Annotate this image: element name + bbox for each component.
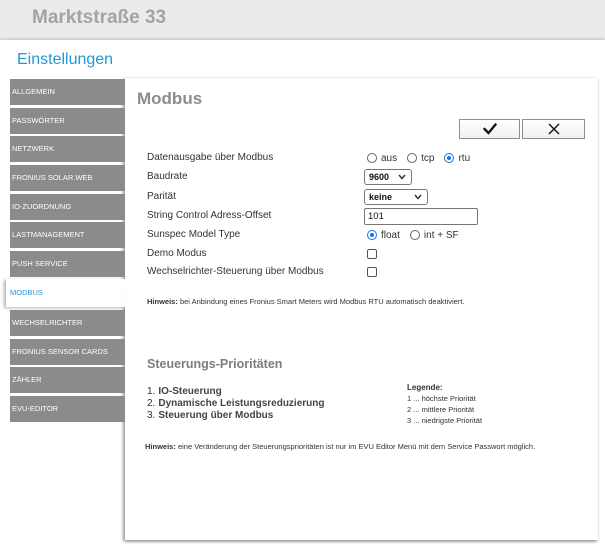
priority-number: 3. <box>147 410 156 421</box>
chevron-down-icon <box>414 194 422 200</box>
list-item: 1. IO-Steuerung <box>147 386 325 398</box>
legend-entry: 1 ... höchste Priorität <box>407 394 476 403</box>
chevron-down-icon <box>398 174 406 180</box>
sidebar-item-zaehler[interactable]: ZÄHLER <box>10 367 125 394</box>
radio-button[interactable] <box>367 153 377 163</box>
priorities-list: 1. IO-Steuerung 2. Dynamische Leistungsred… <box>147 386 325 422</box>
check-icon <box>482 123 497 135</box>
data-output-label: Datenausgabe über Modbus <box>147 152 274 163</box>
parity-select[interactable]: keine <box>364 189 428 205</box>
legend-entry: 3 ... niedrigste Priorität <box>407 416 483 425</box>
data-output-option-tcp[interactable]: tcp <box>407 153 434 164</box>
priority-label: IO-Steuerung <box>158 386 222 397</box>
legend-title: Legende: <box>407 383 443 392</box>
sidebar-item-wechselrichter[interactable]: WECHSELRICHTER <box>10 310 125 336</box>
radio-label: float <box>381 229 400 241</box>
data-output-option-aus[interactable]: aus <box>367 153 397 164</box>
priority-label: Dynamische Leistungsreduzierung <box>158 398 325 409</box>
radio-label: aus <box>381 152 398 164</box>
radio-label: tcp <box>421 152 435 164</box>
hint-prefix: Hinweis: <box>147 297 178 306</box>
sidebar-item-modbus[interactable]: MODBUS <box>6 279 125 308</box>
baudrate-value: 9600 <box>369 172 390 182</box>
settings-card: Einstellungen ALLGEMEIN PASSWÖRTER NETZW… <box>0 40 605 548</box>
sidebar-item-push-service[interactable]: PUSH SERVICE <box>10 250 125 277</box>
sunspec-radio-group: float int + SF <box>367 228 469 242</box>
hint-text: bei Anbindung eines Fronius Smart Meters… <box>179 297 465 306</box>
inverter-control-label: Wechselrichter-Steuerung über Modbus <box>147 266 324 277</box>
priority-number: 2. <box>147 398 156 409</box>
hint-text: eine Veränderung der Steuerungspriorität… <box>177 442 536 451</box>
parity-label: Parität <box>147 191 176 202</box>
modbus-panel: Modbus Datenausgabe über Modbus aus tcp <box>125 78 598 540</box>
baudrate-select[interactable]: 9600 <box>364 169 412 185</box>
sunspec-option-float[interactable]: float <box>367 230 400 241</box>
demo-mode-label: Demo Modus <box>147 248 207 259</box>
radio-label: int + SF <box>423 229 459 241</box>
sidebar-item-netzwerk[interactable]: NETZWERK <box>10 136 125 163</box>
priority-label: Steuerung über Modbus <box>158 410 274 421</box>
baudrate-label: Baudrate <box>147 171 188 182</box>
hint-priorities: Hinweis: eine Veränderung der Steuerungsp… <box>145 442 535 452</box>
priority-legend: Legende: 1 ... höchste Priorität 2 ... m… <box>407 383 482 426</box>
priorities-title: Steuerungs-Prioritäten <box>147 357 283 371</box>
list-item: 2. Dynamische Leistungsreduzierung <box>147 398 325 410</box>
sidebar-item-sensor-cards[interactable]: FRONIUS SENSOR CARDS <box>10 338 125 365</box>
settings-title: Einstellungen <box>17 51 114 68</box>
radio-button[interactable] <box>407 153 418 163</box>
radio-button[interactable] <box>409 230 420 240</box>
sidebar-item-io-zuordnung[interactable]: IO-ZUORDNUNG <box>10 193 125 220</box>
sunspec-model-type-label: Sunspec Model Type <box>147 229 241 240</box>
inverter-control-checkbox[interactable] <box>367 267 377 277</box>
hint-smart-meter: Hinweis: bei Anbindung eines Fronius Smar… <box>147 297 465 307</box>
close-icon <box>548 123 560 135</box>
legend-entry: 2 ... mittlere Priorität <box>407 405 475 414</box>
settings-sidebar: ALLGEMEIN PASSWÖRTER NETZWERK FRONIUS SO… <box>6 79 125 422</box>
sidebar-item-evu-editor[interactable]: EVU-EDITOR <box>10 395 125 422</box>
string-control-offset-label: String Control Adress-Offset <box>147 210 272 221</box>
location-title: Marktstraße 33 <box>32 7 167 28</box>
cancel-button[interactable] <box>522 119 585 139</box>
demo-mode-checkbox[interactable] <box>367 249 377 259</box>
parity-value: keine <box>369 192 393 202</box>
page-title: Modbus <box>137 89 203 108</box>
radio-button[interactable] <box>444 153 455 163</box>
radio-button[interactable] <box>367 230 377 240</box>
sunspec-option-int-sf[interactable]: int + SF <box>409 229 459 241</box>
string-control-offset-input[interactable] <box>364 208 478 225</box>
data-output-option-rtu[interactable]: rtu <box>444 153 470 164</box>
sidebar-item-passwoerter[interactable]: PASSWÖRTER <box>10 107 125 134</box>
list-item: 3. Steuerung über Modbus <box>147 410 325 422</box>
data-output-radio-group: aus tcp rtu <box>367 151 480 165</box>
save-button[interactable] <box>459 119 520 139</box>
radio-label: rtu <box>458 152 471 164</box>
sidebar-item-allgemein[interactable]: ALLGEMEIN <box>10 79 125 105</box>
priority-number: 1. <box>147 386 156 397</box>
sidebar-item-solar-web[interactable]: FRONIUS SOLAR.WEB <box>10 164 125 191</box>
sidebar-item-lastmanagement[interactable]: LASTMANAGEMENT <box>10 222 125 249</box>
hint-prefix: Hinweis: <box>145 442 176 451</box>
